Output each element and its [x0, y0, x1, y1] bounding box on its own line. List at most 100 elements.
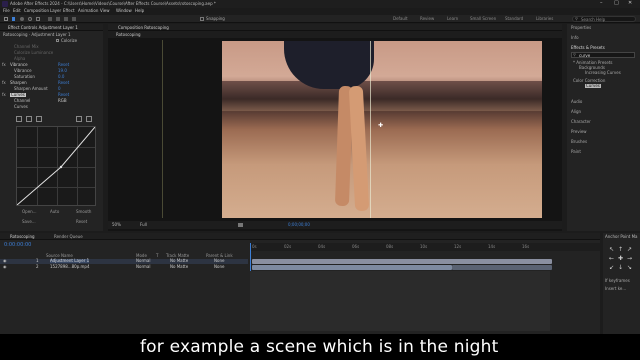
eye-icon[interactable]: ◉ [3, 259, 7, 263]
effect-row[interactable]: Channel RGB [0, 99, 103, 103]
workspace-small-screen[interactable]: Small Screen [470, 17, 496, 21]
text-tool-icon[interactable] [56, 17, 60, 21]
menu-view[interactable]: View [100, 9, 110, 13]
anchor-grid[interactable]: ↖ ↑ ↗ ← ✚ → ↙ ↓ ↘ [609, 247, 633, 271]
home-icon[interactable] [4, 17, 8, 21]
menu-animation[interactable]: Animation [78, 9, 98, 13]
tab-effect-controls[interactable]: Effect Controls Adjustment Layer 1 [8, 26, 78, 30]
channel-select[interactable]: RGB [58, 99, 67, 103]
curve-pencil-tool-icon[interactable] [26, 116, 32, 122]
eye-icon[interactable]: ◉ [3, 265, 7, 269]
roto-brush-icon[interactable] [72, 17, 76, 21]
audio-header[interactable]: Audio [571, 100, 582, 104]
curve-line-icon[interactable] [76, 116, 82, 122]
curves-reset-button[interactable]: Reset [76, 220, 87, 224]
curves-save-button[interactable]: Save... [22, 220, 36, 224]
effect-row[interactable]: Alpha [0, 57, 103, 61]
layer-matte[interactable]: No Matte [170, 259, 188, 263]
workspace-standard[interactable]: Standard [505, 17, 523, 21]
effect-row[interactable]: Colorize [0, 39, 103, 43]
maximize-button[interactable]: □ [614, 1, 619, 6]
curve-point-tool-icon[interactable] [16, 116, 22, 122]
anchor-point-icon[interactable]: ✚ [378, 123, 383, 129]
close-button[interactable]: ✕ [628, 1, 632, 6]
timeline-timecode[interactable]: 0:00:00:00 [4, 243, 31, 248]
align-header[interactable]: Align [571, 110, 581, 114]
center-icon[interactable]: ✚ [618, 256, 623, 262]
arrow-sw-icon[interactable]: ↙ [609, 265, 614, 271]
fx-icon[interactable]: fx [2, 81, 6, 85]
menu-file[interactable]: File [3, 9, 10, 13]
workspace-default[interactable]: Default [393, 17, 408, 21]
menu-effect[interactable]: Effect [63, 9, 75, 13]
preview-header[interactable]: Preview [571, 130, 587, 134]
effect-row-value[interactable]: Reset [58, 81, 69, 85]
effect-row-curves[interactable]: fx Curves Reset [0, 93, 103, 97]
curves-graph[interactable] [16, 126, 96, 206]
arrow-s-icon[interactable]: ↓ [618, 265, 623, 271]
effects-presets-header[interactable]: Effects & Presets [571, 46, 605, 50]
anchor-insert-select[interactable]: Insert ke... [605, 287, 626, 291]
paint-header[interactable]: Paint [571, 150, 581, 154]
tree-item-selected[interactable]: Curves [585, 84, 601, 88]
effect-row[interactable]: Sharpen Amount 0 [0, 87, 103, 91]
layer-bar-tail[interactable] [452, 265, 552, 270]
rotate-tool-icon[interactable] [36, 17, 40, 21]
quality-select[interactable]: Full [140, 223, 147, 227]
arrow-n-icon[interactable]: ↑ [618, 247, 623, 253]
snapping-checkbox[interactable] [200, 17, 204, 21]
layer-parent[interactable]: None [214, 259, 224, 263]
arrow-ne-icon[interactable]: ↗ [627, 247, 632, 253]
arrow-se-icon[interactable]: ↘ [627, 265, 632, 271]
effect-row-value[interactable]: 19.0 [58, 69, 67, 73]
zoom-select[interactable]: 50% [112, 223, 121, 227]
tab-rotoscoping[interactable]: Rotoscoping [116, 33, 141, 37]
brushes-header[interactable]: Brushes [571, 140, 587, 144]
tree-item[interactable]: Increasing Curves [585, 71, 621, 75]
effect-row[interactable]: Vibrance 19.0 [0, 69, 103, 73]
layer-bar-adjustment[interactable] [252, 259, 552, 264]
menu-window[interactable]: Window [116, 9, 132, 13]
effect-row-value[interactable]: 0 [58, 87, 61, 91]
effect-row[interactable]: fx Vibrance Reset [0, 63, 103, 67]
curve-reset-icon[interactable] [36, 116, 42, 122]
tab-render-queue[interactable]: Render Queue [54, 235, 83, 239]
layer-parent[interactable]: None [214, 265, 224, 269]
viewer-timecode[interactable]: 0;00;00;00 [288, 223, 310, 227]
effect-row[interactable]: Channel Mix [0, 45, 103, 49]
arrow-nw-icon[interactable]: ↖ [609, 247, 614, 253]
effect-row[interactable]: Colorize Luminance [0, 51, 103, 55]
viewer-frame[interactable]: ✚ [222, 41, 542, 218]
effect-row[interactable]: Curves [0, 105, 103, 109]
arrow-w-icon[interactable]: ← [609, 256, 614, 262]
curve-line[interactable] [17, 127, 95, 205]
menu-help[interactable]: Help [135, 9, 144, 13]
camera-icon[interactable] [238, 223, 243, 227]
help-search-field[interactable]: ⚲ Search Help [572, 16, 636, 22]
fx-icon[interactable]: fx [2, 93, 6, 97]
effect-row[interactable]: Saturation 0.0 [0, 75, 103, 79]
layer-mode[interactable]: Normal [136, 259, 150, 263]
menu-edit[interactable]: Edit [13, 9, 21, 13]
effect-row[interactable]: fx Sharpen Reset [0, 81, 103, 85]
menu-composition[interactable]: Composition [24, 9, 49, 13]
properties-header[interactable]: Properties [571, 26, 591, 30]
pen-tool-icon[interactable] [48, 17, 52, 21]
workspace-libraries[interactable]: Libraries [536, 17, 553, 21]
workspace-learn[interactable]: Learn [447, 17, 458, 21]
layer-mode[interactable]: Normal [136, 265, 150, 269]
arrow-e-icon[interactable]: → [627, 256, 632, 262]
effect-row-value[interactable]: Reset [58, 63, 69, 67]
effects-search-field[interactable]: ⚲ curve [571, 52, 635, 58]
layer-matte[interactable]: No Matte [170, 265, 188, 269]
workspace-review[interactable]: Review [420, 17, 434, 21]
hand-tool-icon[interactable] [20, 17, 24, 21]
effect-row-value[interactable]: Reset [58, 93, 69, 97]
tab-rotoscoping-timeline[interactable]: Rotoscoping [10, 235, 35, 239]
curves-open-button[interactable]: Open... [22, 210, 37, 214]
curves-auto-button[interactable]: Auto [50, 210, 59, 214]
layer-row[interactable]: ◉ 2 1527898...80p.mp4 Normal No Matte No… [0, 265, 248, 270]
curve-smooth-icon[interactable] [86, 116, 92, 122]
effect-row-value[interactable]: 0.0 [58, 75, 64, 79]
tab-composition[interactable]: Composition Rotoscoping [118, 26, 169, 30]
